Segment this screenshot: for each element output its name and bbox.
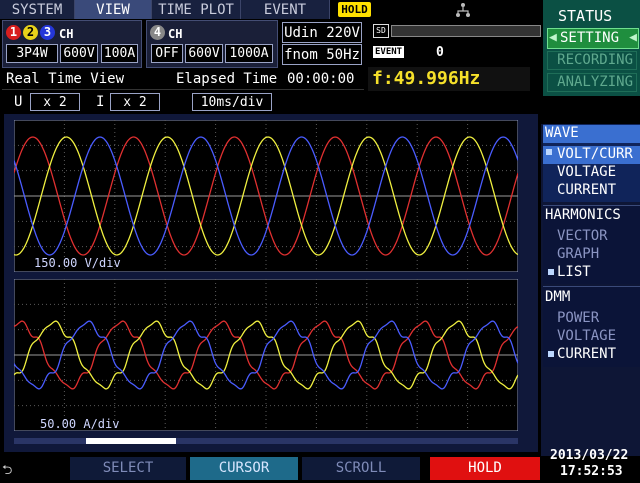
- harmonics-item-list[interactable]: LIST: [557, 264, 591, 280]
- status-panel: STATUS SETTING ◀ ◀ RECORDING ANALYZING: [543, 0, 640, 96]
- selected-marker-icon: [548, 269, 554, 275]
- hold-badge: HOLD: [338, 2, 371, 17]
- sd-card-icon: SD: [373, 24, 389, 38]
- voltage-div-label: 150.00 V/div: [34, 256, 121, 270]
- harmonics-item-graph[interactable]: GRAPH: [557, 246, 599, 262]
- harmonics-item-vector[interactable]: VECTOR: [557, 228, 608, 244]
- event-label: EVENT: [373, 46, 405, 58]
- ch4-voltage: 600V: [185, 44, 223, 63]
- status-setting[interactable]: SETTING ◀ ◀: [547, 28, 639, 49]
- selected-marker-icon: [548, 351, 554, 357]
- fnom-value: fnom 50Hz: [282, 44, 362, 65]
- time-scale[interactable]: 10ms/div: [192, 93, 272, 111]
- time-display: 17:52:53: [560, 464, 623, 479]
- dmm-item-power[interactable]: POWER: [557, 310, 599, 326]
- status-setting-label: SETTING: [560, 30, 620, 46]
- tab-view[interactable]: VIEW: [75, 0, 152, 19]
- current-div-label: 50.00 A/div: [40, 417, 119, 431]
- status-analyzing[interactable]: ANALYZING: [547, 73, 637, 92]
- channel-group-4: 4 CH OFF 600V 1000A: [146, 20, 278, 68]
- status-title: STATUS: [558, 7, 613, 25]
- ch-group1-suffix: CH: [59, 27, 74, 41]
- cursor-button[interactable]: CURSOR: [190, 457, 298, 480]
- ch-group2-suffix: CH: [168, 27, 183, 41]
- status-setting-right-marker: ◀: [629, 30, 637, 45]
- scroll-thumb[interactable]: [86, 438, 176, 444]
- network-icon: [455, 2, 471, 18]
- harmonics-title[interactable]: HARMONICS: [543, 207, 640, 225]
- tab-system[interactable]: SYSTEM: [0, 0, 75, 19]
- i-scale-multiplier[interactable]: x 2: [110, 93, 160, 111]
- wave-item-current[interactable]: CURRENT: [557, 182, 616, 198]
- current-plot[interactable]: 50.00 A/div: [14, 279, 518, 431]
- selected-marker-icon: [546, 149, 552, 155]
- ch-group1-current: 100A: [101, 44, 138, 63]
- tab-time-plot[interactable]: TIME PLOT: [152, 0, 241, 19]
- event-count: 0: [436, 45, 444, 60]
- wave-title[interactable]: WAVE: [543, 125, 640, 143]
- u-scale-label: U: [14, 94, 23, 110]
- wiring-value: 3P4W: [6, 44, 58, 63]
- dmm-item-current[interactable]: CURRENT: [557, 346, 616, 362]
- tab-event[interactable]: EVENT: [241, 0, 330, 19]
- info-bar: Real Time View Elapsed Time 00:00:00: [2, 69, 364, 90]
- i-scale-label: I: [96, 94, 105, 110]
- ch4-indicator: 4: [150, 25, 165, 40]
- wave-item-voltage[interactable]: VOLTAGE: [557, 164, 616, 180]
- ch4-state: OFF: [151, 44, 183, 63]
- ch2-indicator: 2: [23, 25, 38, 40]
- ch3-indicator: 3: [40, 25, 55, 40]
- wave-item-volt-curr[interactable]: VOLT/CURR: [543, 146, 640, 164]
- sd-usage-bar: [391, 25, 541, 37]
- channel-group-1: 1 2 3 CH 3P4W 600V 100A: [2, 20, 142, 68]
- dmm-title[interactable]: DMM: [543, 289, 640, 307]
- u-scale-multiplier[interactable]: x 2: [30, 93, 80, 111]
- elapsed-label: Elapsed Time: [176, 71, 278, 87]
- voltage-plot[interactable]: 150.00 V/div: [14, 120, 518, 272]
- frequency-readout: f:49.996Hz: [368, 67, 530, 91]
- select-button[interactable]: SELECT: [70, 457, 186, 480]
- hold-button[interactable]: HOLD: [430, 457, 540, 480]
- scroll-track[interactable]: [14, 438, 518, 444]
- date-display: 2013/03/22: [550, 448, 629, 463]
- wave-item-volt-curr-label: VOLT/CURR: [557, 146, 633, 162]
- ch4-current: 1000A: [225, 44, 273, 63]
- ch-group1-voltage: 600V: [60, 44, 98, 63]
- scroll-button[interactable]: SCROLL: [302, 457, 420, 480]
- dmm-item-voltage[interactable]: VOLTAGE: [557, 328, 616, 344]
- status-setting-left-marker: ◀: [549, 30, 557, 45]
- status-recording[interactable]: RECORDING: [547, 51, 637, 70]
- ch1-indicator: 1: [6, 25, 21, 40]
- elapsed-value: 00:00:00: [287, 71, 355, 87]
- view-mode-label: Real Time View: [6, 71, 125, 87]
- udin-value: Udin 220V: [282, 22, 362, 43]
